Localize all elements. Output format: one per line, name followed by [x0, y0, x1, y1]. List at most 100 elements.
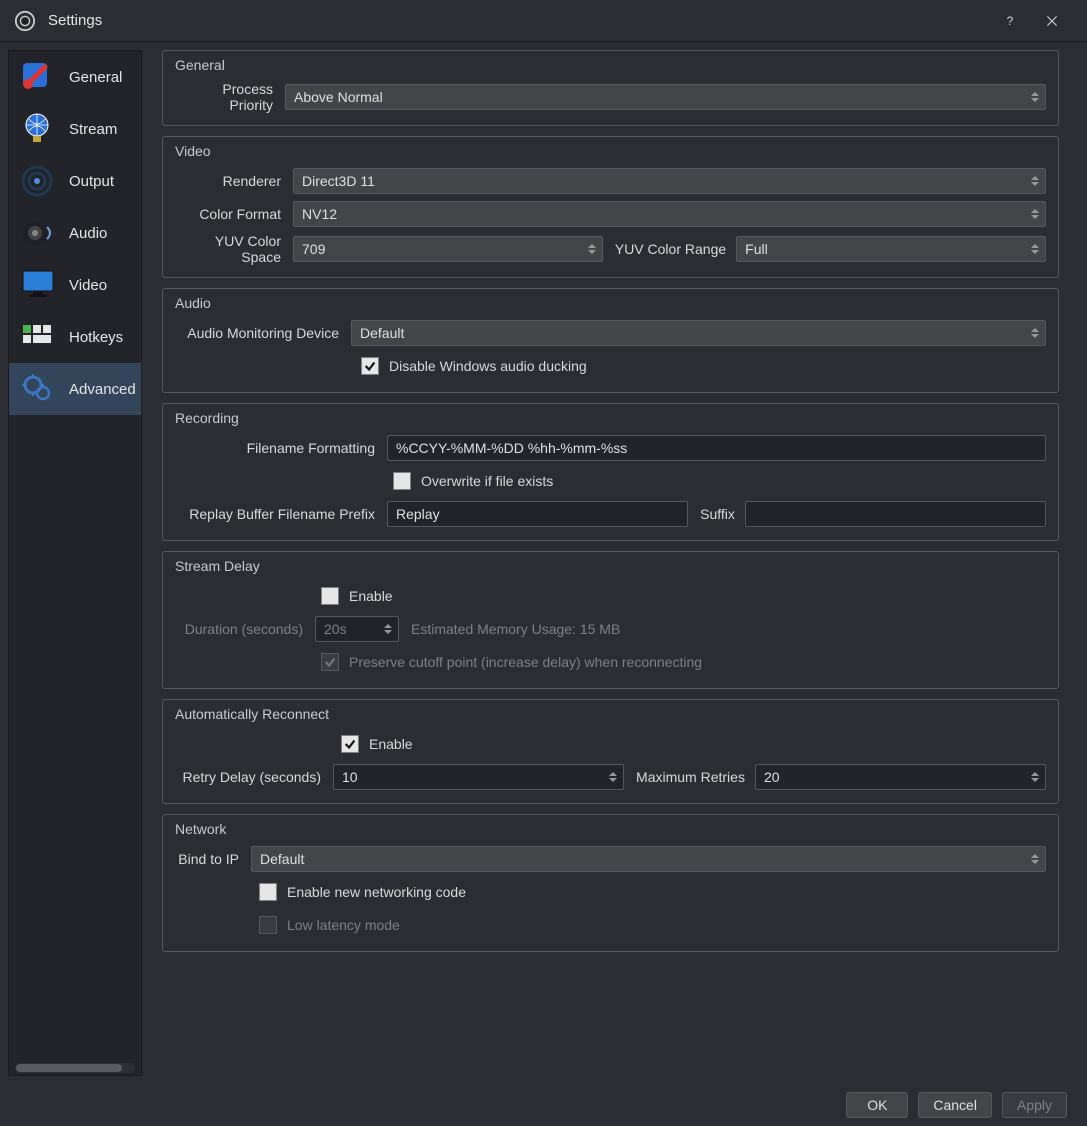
sidebar-item-label: Output [69, 173, 114, 190]
group-video: Video Renderer Direct3D 11 Color Format … [162, 136, 1059, 278]
sidebar-item-output[interactable]: Output [9, 155, 141, 207]
group-title: Network [175, 821, 1046, 845]
ok-button[interactable]: OK [846, 1092, 908, 1118]
preserve-cutoff-checkbox [321, 653, 339, 671]
group-title: General [175, 57, 1046, 81]
sidebar-item-video[interactable]: Video [9, 259, 141, 311]
estimated-memory-label: Estimated Memory Usage: 15 MB [411, 621, 620, 637]
spinner-icon [1027, 87, 1043, 107]
sidebar-item-general[interactable]: General [9, 51, 141, 103]
spinner-icon [1027, 767, 1043, 787]
sidebar-item-label: Advanced [69, 381, 136, 398]
spinner-icon [1027, 204, 1043, 224]
sidebar-item-label: Stream [69, 121, 117, 138]
duration-spinbox: 20s [315, 616, 399, 642]
suffix-label: Suffix [700, 506, 745, 522]
process-priority-label: Process Priority [175, 81, 285, 113]
group-recording: Recording Filename Formatting Overwrite … [162, 403, 1059, 541]
color-range-label: YUV Color Range [615, 241, 736, 257]
max-retries-spinbox[interactable]: 20 [755, 764, 1046, 790]
window-title: Settings [48, 12, 989, 29]
sidebar-item-label: Video [69, 277, 107, 294]
cancel-button[interactable]: Cancel [918, 1092, 992, 1118]
replay-prefix-label: Replay Buffer Filename Prefix [175, 506, 387, 522]
spinner-icon [584, 239, 600, 259]
monitoring-device-label: Audio Monitoring Device [175, 325, 351, 341]
keyboard-icon [15, 317, 63, 357]
group-title: Automatically Reconnect [175, 706, 1046, 730]
help-button[interactable]: ? [989, 0, 1031, 42]
renderer-select[interactable]: Direct3D 11 [293, 168, 1046, 194]
color-format-label: Color Format [175, 206, 293, 222]
color-range-select[interactable]: Full [736, 236, 1046, 262]
new-networking-checkbox[interactable] [259, 883, 277, 901]
globe-icon [15, 109, 63, 149]
group-title: Video [175, 143, 1046, 167]
sidebar-item-label: Hotkeys [69, 329, 123, 346]
svg-text:?: ? [1007, 14, 1014, 28]
stream-delay-enable-label: Enable [349, 588, 393, 604]
gears-icon [15, 369, 63, 409]
sidebar-scrollbar[interactable] [15, 1063, 135, 1073]
retry-delay-spinbox[interactable]: 10 [333, 764, 624, 790]
speaker-icon [15, 213, 63, 253]
sidebar-item-stream[interactable]: Stream [9, 103, 141, 155]
disable-ducking-label: Disable Windows audio ducking [389, 358, 587, 374]
sidebar-item-advanced[interactable]: Advanced [9, 363, 141, 415]
color-space-select[interactable]: 709 [293, 236, 603, 262]
monitor-icon [15, 265, 63, 305]
sidebar-item-label: Audio [69, 225, 107, 242]
duration-label: Duration (seconds) [175, 621, 315, 637]
filename-formatting-input[interactable] [387, 435, 1046, 461]
spinner-icon [1027, 171, 1043, 191]
bind-ip-select[interactable]: Default [251, 846, 1046, 872]
low-latency-label: Low latency mode [287, 917, 400, 933]
filename-formatting-label: Filename Formatting [175, 440, 387, 456]
low-latency-checkbox [259, 916, 277, 934]
bind-ip-label: Bind to IP [175, 851, 251, 867]
suffix-input[interactable] [745, 501, 1046, 527]
reconnect-enable-checkbox[interactable] [341, 735, 359, 753]
group-general: General Process Priority Above Normal [162, 50, 1059, 126]
new-networking-label: Enable new networking code [287, 884, 466, 900]
renderer-label: Renderer [175, 173, 293, 189]
preserve-cutoff-label: Preserve cutoff point (increase delay) w… [349, 654, 702, 670]
monitoring-device-select[interactable]: Default [351, 320, 1046, 346]
sidebar-item-audio[interactable]: Audio [9, 207, 141, 259]
spinner-icon [1027, 323, 1043, 343]
app-icon [14, 10, 36, 32]
sidebar-scrollbar-thumb[interactable] [16, 1064, 122, 1072]
wrench-icon [15, 57, 63, 97]
spinner-icon [1027, 239, 1043, 259]
broadcast-icon [15, 161, 63, 201]
sidebar-item-hotkeys[interactable]: Hotkeys [9, 311, 141, 363]
color-space-label: YUV Color Space [175, 233, 293, 265]
group-title: Stream Delay [175, 558, 1046, 582]
settings-content: General Process Priority Above Normal Vi… [142, 50, 1079, 1076]
stream-delay-enable-checkbox[interactable] [321, 587, 339, 605]
spinner-icon [605, 767, 621, 787]
reconnect-enable-label: Enable [369, 736, 413, 752]
apply-button: Apply [1002, 1092, 1067, 1118]
group-audio: Audio Audio Monitoring Device Default Di… [162, 288, 1059, 393]
titlebar: Settings ? [0, 0, 1087, 42]
retry-delay-label: Retry Delay (seconds) [175, 769, 333, 785]
disable-ducking-checkbox[interactable] [361, 357, 379, 375]
group-title: Recording [175, 410, 1046, 434]
color-format-select[interactable]: NV12 [293, 201, 1046, 227]
sidebar-item-label: General [69, 69, 122, 86]
max-retries-label: Maximum Retries [636, 769, 755, 785]
overwrite-checkbox[interactable] [393, 472, 411, 490]
close-button[interactable] [1031, 0, 1073, 42]
group-title: Audio [175, 295, 1046, 319]
group-auto-reconnect: Automatically Reconnect Enable Retry Del… [162, 699, 1059, 804]
group-network: Network Bind to IP Default Enable new ne… [162, 814, 1059, 952]
group-stream-delay: Stream Delay Enable Duration (seconds) 2… [162, 551, 1059, 689]
overwrite-label: Overwrite if file exists [421, 473, 553, 489]
replay-prefix-input[interactable] [387, 501, 688, 527]
spinner-icon [1027, 849, 1043, 869]
spinner-icon [380, 619, 396, 639]
sidebar: General Stream Output Audio Video [8, 50, 142, 1076]
process-priority-select[interactable]: Above Normal [285, 84, 1046, 110]
dialog-footer: OK Cancel Apply [0, 1084, 1087, 1126]
